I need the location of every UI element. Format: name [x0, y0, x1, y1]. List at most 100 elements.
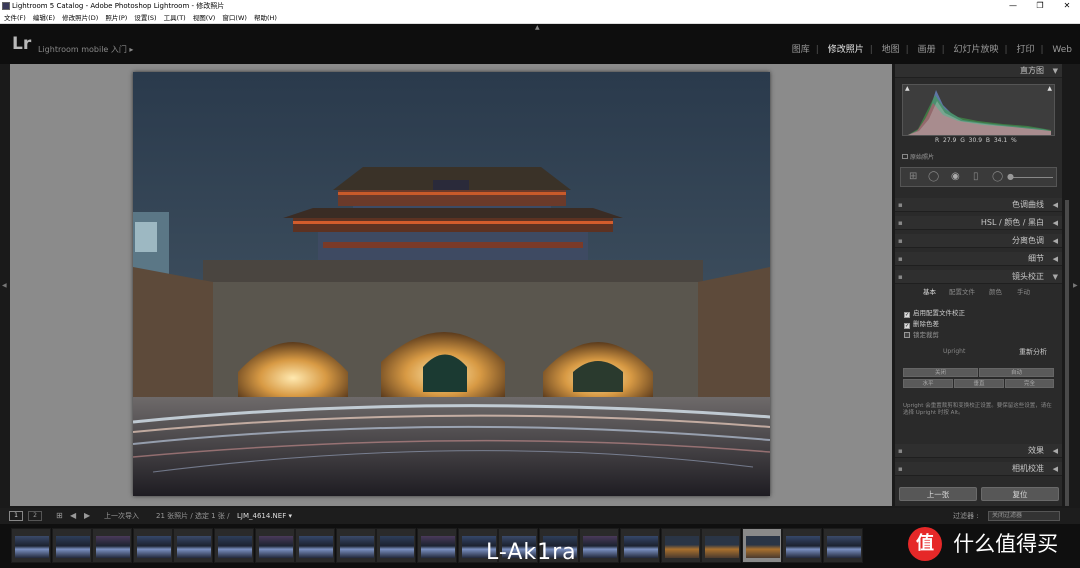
menu-edit[interactable]: 编辑(E) — [33, 14, 55, 22]
menu-view[interactable]: 视图(V) — [193, 14, 216, 22]
menu-window[interactable]: 窗口(W) — [222, 14, 247, 22]
filmstrip-thumbnail[interactable] — [254, 528, 295, 563]
panel-effects[interactable]: ▪ 效果 ◀ — [895, 444, 1062, 458]
red-eye-icon[interactable]: ◉ — [951, 171, 960, 182]
thumbnail-image — [55, 536, 90, 558]
module-map[interactable]: 地图 — [882, 45, 900, 55]
filmstrip-thumbnail[interactable] — [376, 528, 417, 563]
reset-button[interactable]: 复位 — [981, 487, 1059, 501]
panel-split-toning[interactable]: ▪ 分离色调 ◀ — [895, 234, 1062, 248]
module-web[interactable]: Web — [1052, 45, 1072, 55]
collapse-top-panel-icon[interactable]: ▲ — [535, 24, 540, 31]
identity-plate[interactable]: Lightroom mobile 入门 ▸ — [38, 44, 133, 55]
menu-tools[interactable]: 工具(T) — [164, 14, 186, 22]
graduated-filter-icon[interactable]: ▯ — [973, 171, 979, 182]
maximize-button[interactable]: ❐ — [1031, 0, 1049, 12]
upright-row-2: 水平 垂直 完全 — [903, 379, 1054, 388]
brush-icon[interactable]: ● — [1007, 172, 1014, 181]
panel-camera-calibration[interactable]: ▪ 相机校准 ◀ — [895, 462, 1062, 476]
upright-full-button[interactable]: 完全 — [1005, 379, 1054, 388]
shadow-clip-icon[interactable]: ▲ — [905, 85, 910, 92]
histogram-header[interactable]: 直方图 ▼ — [895, 64, 1062, 78]
filmstrip-thumbnail[interactable] — [132, 528, 173, 563]
reanalyze-button[interactable]: 重新分析 — [1019, 347, 1047, 357]
filter-label: 过滤器 : — [953, 512, 979, 520]
thumbnail-image — [786, 536, 821, 558]
previous-import-label[interactable]: 上一次导入 — [104, 508, 139, 524]
upright-off-button[interactable]: 关闭 — [903, 368, 978, 377]
filmstrip-thumbnail[interactable] — [660, 528, 701, 563]
back-arrow-icon[interactable]: ◀ — [70, 508, 76, 524]
menu-photo[interactable]: 照片(P) — [105, 14, 127, 22]
filmstrip-thumbnail[interactable] — [823, 528, 863, 563]
filmstrip-toolbar: 1 2 ⊞ ◀ ▶ 上一次导入 21 张照片 / 选定 1 张 / LJM_46… — [0, 508, 1080, 524]
module-develop[interactable]: 修改照片 — [828, 45, 864, 55]
menu-develop[interactable]: 修改照片(D) — [62, 14, 98, 22]
filmstrip-thumbnail[interactable] — [782, 528, 823, 563]
filmstrip-thumbnail[interactable] — [173, 528, 214, 563]
filmstrip-thumbnail[interactable] — [214, 528, 254, 563]
filmstrip-thumbnail[interactable] — [701, 528, 742, 563]
upright-level-button[interactable]: 水平 — [903, 379, 953, 388]
module-book[interactable]: 画册 — [918, 45, 936, 55]
panel-hsl[interactable]: ▪ HSL / 颜色 / 黑白 ◀ — [895, 216, 1062, 230]
view-1-button[interactable]: 1 — [9, 511, 23, 521]
tab-color[interactable]: 颜色 — [989, 287, 1002, 298]
watermark-text: L-Ak1ra — [486, 540, 577, 565]
brand-logo-icon: 值 — [908, 527, 942, 561]
panel-lens-corrections[interactable]: ▪ 镜头校正 ▼ — [895, 270, 1062, 284]
brush-slider[interactable] — [1013, 177, 1053, 178]
close-button[interactable]: ✕ — [1058, 0, 1076, 12]
filmstrip-thumbnail[interactable] — [620, 528, 660, 563]
spot-removal-icon[interactable]: ◯ — [928, 171, 939, 182]
filmstrip-thumbnail[interactable] — [51, 528, 92, 563]
filmstrip-thumbnail[interactable] — [11, 528, 51, 563]
panel-detail[interactable]: ▪ 细节 ◀ — [895, 252, 1062, 266]
checkbox-constrain-crop[interactable]: 锁定裁剪 — [904, 329, 939, 339]
develop-tool-strip: ⊞ ◯ ◉ ▯ ◯ ● — [900, 167, 1057, 187]
right-panel-scrollbar[interactable] — [1065, 200, 1069, 506]
filmstrip-thumbnail[interactable] — [92, 528, 133, 563]
menu-settings[interactable]: 设置(S) — [134, 14, 156, 22]
brand-text: 什么值得买 — [953, 532, 1059, 556]
right-panel-toggle-icon[interactable]: ▶ — [1073, 282, 1078, 289]
filmstrip-thumbnail[interactable] — [417, 528, 457, 563]
crop-tool-icon[interactable]: ⊞ — [909, 171, 917, 182]
upright-auto-button[interactable]: 自动 — [979, 368, 1054, 377]
module-library[interactable]: 图库 — [792, 45, 810, 55]
forward-arrow-icon[interactable]: ▶ — [84, 508, 90, 524]
menu-file[interactable]: 文件(F) — [4, 14, 26, 22]
module-slideshow[interactable]: 幻灯片放映 — [954, 45, 999, 55]
module-print[interactable]: 打印 — [1016, 45, 1034, 55]
filmstrip-thumbnail[interactable] — [741, 528, 782, 563]
thumbnail-image — [96, 536, 131, 558]
minimize-button[interactable]: — — [1004, 0, 1022, 12]
menu-help[interactable]: 帮助(H) — [254, 14, 277, 22]
checkbox-profile-correction[interactable]: ✓ 启用配置文件校正 — [904, 307, 965, 318]
upright-vertical-button[interactable]: 垂直 — [954, 379, 1004, 388]
lens-tabs: 基本 配置文件 颜色 手动 — [895, 287, 1062, 299]
tab-manual[interactable]: 手动 — [1017, 287, 1030, 298]
tab-basic[interactable]: 基本 — [923, 287, 936, 298]
radial-filter-icon[interactable]: ◯ — [992, 171, 1003, 182]
filmstrip-thumbnail[interactable] — [295, 528, 336, 563]
photo-canvas[interactable] — [10, 64, 892, 506]
panel-tone-curve[interactable]: ▪ 色调曲线 ◀ — [895, 198, 1062, 212]
filmstrip-thumbnail[interactable] — [579, 528, 620, 563]
collapse-triangle-icon[interactable]: ▼ — [1053, 64, 1058, 78]
brand-mark: 值 什么值得买 — [908, 527, 1058, 561]
view-2-button[interactable]: 2 — [28, 511, 42, 521]
grid-view-icon[interactable]: ⊞ — [56, 508, 63, 524]
checkbox-remove-ca[interactable]: ✓ 删除色差 — [904, 318, 939, 329]
filter-select[interactable]: 关闭过滤器 — [988, 511, 1060, 521]
tab-profile[interactable]: 配置文件 — [949, 287, 975, 298]
current-filename[interactable]: LJM_4614.NEF ▾ — [237, 508, 292, 524]
left-panel-toggle-icon[interactable]: ◀ — [2, 282, 7, 289]
previous-button[interactable]: 上一张 — [899, 487, 977, 501]
highlight-clip-icon[interactable]: ▲ — [1047, 85, 1052, 92]
upright-row-1: 关闭 自动 — [903, 368, 1054, 377]
filmstrip-thumbnail[interactable] — [335, 528, 376, 563]
original-photo-toggle[interactable]: 原始照片 — [902, 152, 934, 161]
rgb-g: 30.9 — [968, 137, 983, 144]
window-title: Lightroom 5 Catalog - Adobe Photoshop Li… — [12, 2, 225, 10]
